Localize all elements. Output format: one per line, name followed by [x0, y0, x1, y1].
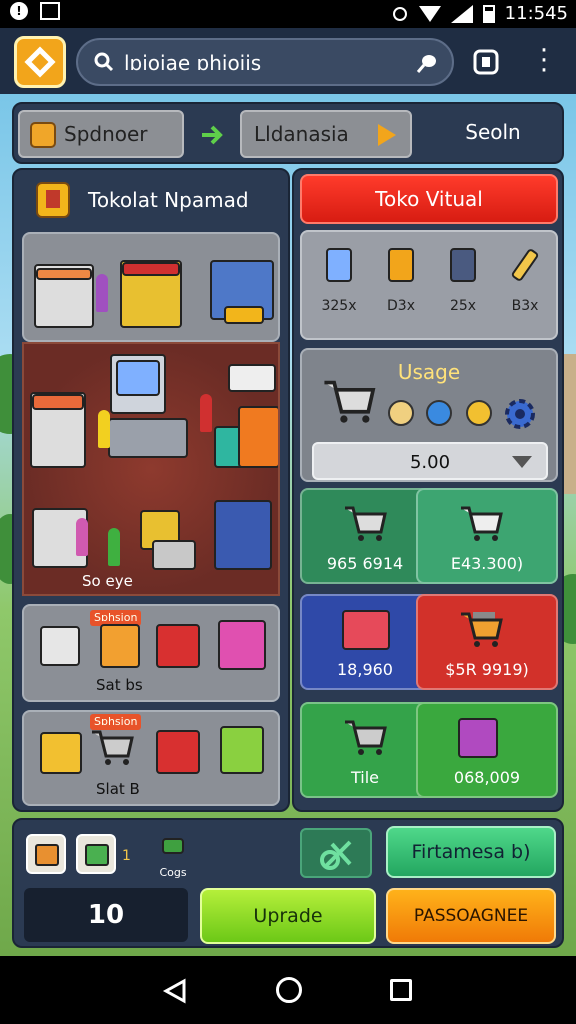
system-navigation-bar	[0, 956, 576, 1024]
store-panel: Tokolat Npamad So eye Sɒhsion Sat bs Sɒh…	[12, 168, 290, 812]
nav-item-label: Spdnoer	[64, 122, 148, 146]
tile-caption: Sat bs	[96, 676, 143, 694]
shop-item[interactable]: D3x	[372, 242, 430, 336]
search-icon	[94, 52, 114, 72]
play-icon	[378, 124, 396, 146]
battery-icon	[482, 4, 495, 23]
status-bar: ! 11:545	[0, 0, 576, 28]
stat-card-value: 068,009	[453, 768, 521, 787]
recents-icon[interactable]	[390, 979, 412, 1001]
shop-item-price: 325x	[321, 298, 357, 314]
rotate-icon	[392, 6, 407, 21]
store-tile-products-1[interactable]: Sɒhsion Sat bs	[22, 604, 280, 702]
inventory-slot[interactable]	[26, 834, 66, 874]
nav-item-label: Lldanasia	[254, 122, 349, 146]
search-bar[interactable]: lɒioiae ɒhioiis	[76, 38, 454, 86]
tile-caption: So eye	[82, 572, 133, 590]
cart-icon	[345, 506, 387, 541]
more-menu-icon[interactable]: · · ·	[534, 38, 554, 84]
home-icon[interactable]	[276, 977, 302, 1003]
stat-card[interactable]: E43.300)	[416, 488, 558, 584]
store-tile-shelves[interactable]	[22, 232, 280, 342]
store-tile-products-2[interactable]: Sɒhsion Slat B	[22, 710, 280, 806]
nav-item-spdnoer[interactable]: Spdnoer	[18, 110, 184, 158]
upgrade-button[interactable]: Uprade	[200, 888, 376, 944]
pass-button[interactable]: PASSOAGNEE	[386, 888, 556, 944]
tools-button[interactable]	[300, 828, 372, 878]
box-icon	[30, 122, 56, 148]
gem-icon	[426, 400, 452, 426]
full-cart-icon	[461, 612, 503, 647]
shopping-cart-icon	[324, 380, 376, 423]
inventory-count: 1	[122, 848, 131, 864]
token-icon	[466, 400, 492, 426]
item-shop-row: 325x D3x 25x B3x	[300, 230, 558, 340]
arrow-right-icon	[202, 125, 223, 145]
machine-icon	[388, 248, 414, 282]
tools-icon	[320, 840, 352, 870]
cabinet-icon	[450, 248, 476, 282]
cart-icon	[92, 730, 134, 765]
nav-item-lldanasia[interactable]: Lldanasia	[240, 110, 412, 158]
virtual-store-panel: Toko Vitual 325x D3x 25x B3x Usage 5.00	[292, 168, 564, 812]
search-input[interactable]: lɒioiae ɒhioiis	[124, 51, 261, 75]
stat-card-value: E43.300)	[450, 554, 524, 573]
register-icon	[342, 610, 390, 650]
back-icon[interactable]	[162, 978, 188, 1004]
stat-card-value: 965 6914	[326, 554, 404, 573]
coin-icon	[388, 400, 414, 426]
category-nav: Spdnoer Lldanasia Seoln	[12, 102, 564, 164]
bar-icon	[510, 247, 540, 283]
usage-dropdown[interactable]: 5.00	[312, 442, 548, 480]
chevron-down-icon	[512, 456, 532, 468]
shop-item-price: D3x	[387, 298, 415, 314]
stat-card[interactable]: 965 6914	[300, 488, 430, 584]
tabs-icon[interactable]	[470, 46, 502, 78]
shop-item-price: 25x	[449, 298, 477, 314]
shop-item[interactable]: 25x	[434, 242, 492, 336]
image-notification-icon	[40, 2, 60, 20]
shop-item-price: B3x	[511, 298, 539, 314]
stat-card[interactable]: $5R 9919)	[416, 594, 558, 690]
store-panel-title: Tokolat Npamad	[88, 188, 249, 212]
shop-item[interactable]: 325x	[310, 242, 368, 336]
shop-item[interactable]: B3x	[496, 242, 554, 336]
tile-caption: Slat B	[96, 780, 140, 798]
cash-icon	[162, 838, 184, 854]
signal-icon	[450, 4, 473, 23]
wifi-icon	[418, 5, 441, 22]
server-icon	[326, 248, 352, 282]
stat-card[interactable]: 18,960	[300, 594, 430, 690]
cogs-item[interactable]: Cogs	[156, 838, 190, 882]
store-panel-header: Tokolat Npamad	[22, 180, 282, 224]
stat-card[interactable]: 068,009	[416, 702, 558, 798]
usage-panel: Usage 5.00	[300, 348, 558, 482]
edit-icon[interactable]	[414, 50, 440, 76]
virtual-store-header: Toko Vitual	[300, 174, 558, 224]
app-bar: lɒioiae ɒhioiis · · ·	[0, 28, 576, 94]
cart-icon	[345, 720, 387, 755]
gear-icon[interactable]	[500, 394, 540, 434]
action-bar: 1 Cogs 10 Firtamesa b) Uprade PASSOAGNEE	[12, 818, 564, 948]
crate-icon	[85, 844, 109, 866]
nav-item-label: Seoln	[465, 120, 521, 144]
stat-card[interactable]: Tile	[300, 702, 430, 798]
inventory-slot[interactable]	[76, 834, 116, 874]
stat-card-value: $5R 9919)	[445, 660, 529, 679]
crate-icon	[35, 844, 59, 866]
stat-card-value: Tile	[350, 768, 379, 787]
stat-card-value: 18,960	[337, 660, 393, 679]
cogs-caption: Cogs	[159, 866, 187, 879]
package-icon	[458, 718, 498, 758]
firtamesa-button[interactable]: Firtamesa b)	[386, 826, 556, 878]
nav-item-seoln[interactable]: Seoln	[424, 110, 562, 158]
cart-icon	[461, 506, 503, 541]
store-tile-kiosk[interactable]: So eye	[22, 342, 280, 596]
quantity-counter: 10	[24, 888, 188, 942]
clock: 11:545	[504, 3, 568, 24]
notification-icon: !	[10, 2, 28, 20]
app-logo-icon[interactable]	[14, 36, 66, 88]
store-icon	[36, 182, 70, 218]
